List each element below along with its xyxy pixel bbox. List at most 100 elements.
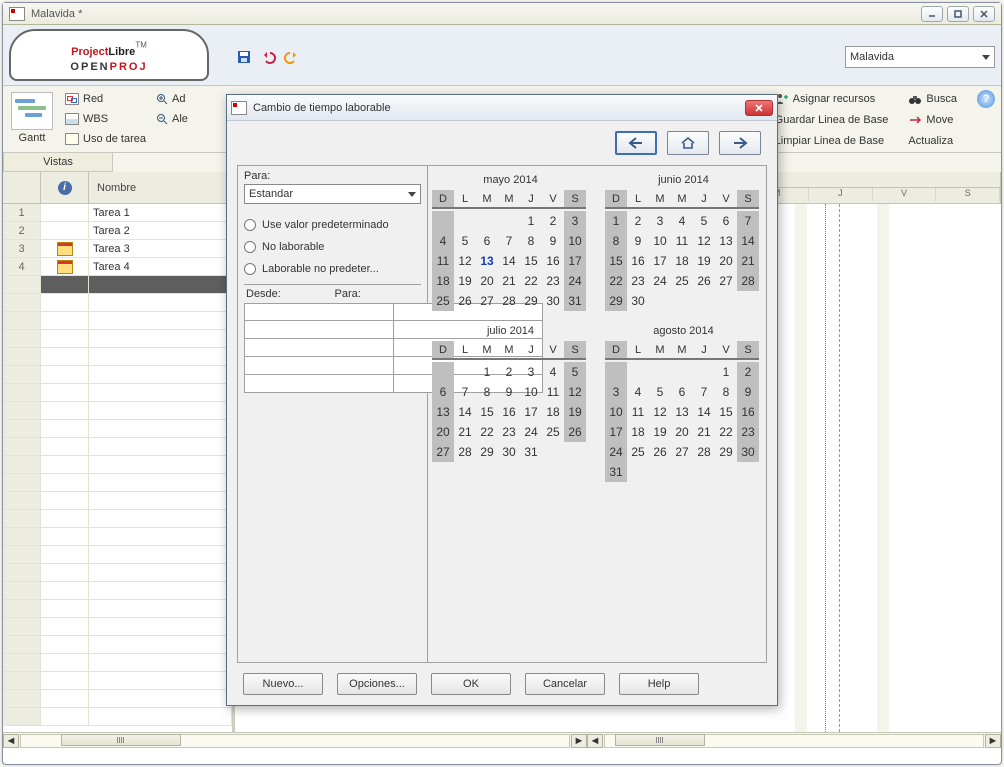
day-cell[interactable]: 26 [693, 271, 715, 291]
day-cell[interactable]: 22 [605, 271, 627, 291]
from-2[interactable] [244, 321, 394, 339]
view-red[interactable]: Red [65, 90, 146, 108]
day-cell[interactable]: 8 [476, 382, 498, 402]
day-cell[interactable]: 19 [649, 422, 671, 442]
table-row[interactable]: 4 Tarea 4 [3, 258, 232, 276]
minimize-button[interactable] [921, 6, 943, 22]
day-cell[interactable]: 12 [649, 402, 671, 422]
table-row[interactable]: 2 Tarea 2 [3, 222, 232, 240]
table-row[interactable] [3, 528, 232, 546]
tab-vistas[interactable]: Vistas [3, 153, 113, 172]
zoom-in[interactable]: Ad [156, 90, 188, 108]
day-cell[interactable]: 24 [649, 271, 671, 291]
undo-icon[interactable] [259, 48, 277, 66]
day-cell[interactable]: 12 [454, 251, 476, 271]
day-cell[interactable]: 14 [693, 402, 715, 422]
table-row[interactable] [3, 312, 232, 330]
day-cell[interactable]: 29 [715, 442, 737, 462]
day-cell[interactable]: 19 [693, 251, 715, 271]
table-row[interactable] [3, 618, 232, 636]
day-cell[interactable]: 16 [498, 402, 520, 422]
day-cell[interactable]: 31 [564, 291, 586, 311]
day-cell[interactable]: 1 [715, 362, 737, 382]
day-cell[interactable]: 4 [542, 362, 564, 382]
day-cell[interactable]: 17 [649, 251, 671, 271]
day-cell[interactable]: 18 [432, 271, 454, 291]
close-button[interactable] [973, 6, 995, 22]
day-cell[interactable]: 30 [737, 442, 759, 462]
view-task-usage[interactable]: Uso de tarea [65, 130, 146, 148]
day-cell[interactable]: 11 [432, 251, 454, 271]
day-cell[interactable]: 15 [520, 251, 542, 271]
day-cell[interactable]: 30 [627, 291, 649, 311]
day-cell[interactable]: 3 [605, 382, 627, 402]
from-3[interactable] [244, 339, 394, 357]
new-button[interactable]: Nuevo... [243, 673, 323, 695]
day-cell[interactable]: 25 [671, 271, 693, 291]
table-row[interactable] [3, 546, 232, 564]
table-row[interactable] [3, 582, 232, 600]
day-cell[interactable]: 7 [454, 382, 476, 402]
day-cell[interactable]: 3 [520, 362, 542, 382]
scroll-left-icon[interactable]: ◄ [587, 734, 603, 748]
day-cell[interactable]: 18 [671, 251, 693, 271]
table-row[interactable] [3, 330, 232, 348]
table-row[interactable] [3, 636, 232, 654]
day-cell[interactable]: 29 [605, 291, 627, 311]
day-cell[interactable]: 1 [476, 362, 498, 382]
day-cell[interactable]: 10 [649, 231, 671, 251]
save-baseline[interactable]: Guardar Linea de Base [775, 111, 889, 129]
table-row[interactable] [3, 492, 232, 510]
day-cell[interactable]: 2 [498, 362, 520, 382]
from-1[interactable] [244, 303, 394, 321]
help-button[interactable]: Help [619, 673, 699, 695]
update[interactable]: Actualiza [908, 132, 957, 150]
from-5[interactable] [244, 375, 394, 393]
day-cell[interactable]: 26 [649, 442, 671, 462]
day-cell[interactable]: 8 [715, 382, 737, 402]
day-cell[interactable]: 6 [432, 382, 454, 402]
day-cell[interactable]: 28 [737, 271, 759, 291]
day-cell[interactable]: 12 [693, 231, 715, 251]
scroll-right-icon[interactable]: ► [985, 734, 1001, 748]
day-cell[interactable]: 21 [498, 271, 520, 291]
day-cell[interactable]: 20 [432, 422, 454, 442]
gantt-icon[interactable] [11, 92, 53, 130]
day-cell[interactable]: 30 [498, 442, 520, 462]
clear-baseline[interactable]: Limpiar Linea de Base [775, 132, 889, 150]
day-cell[interactable]: 29 [476, 442, 498, 462]
day-cell[interactable]: 14 [737, 231, 759, 251]
dialog-close-button[interactable] [745, 100, 773, 116]
day-cell[interactable]: 6 [715, 211, 737, 231]
table-row[interactable] [3, 690, 232, 708]
hscroll-left[interactable]: ◄ ► [3, 732, 587, 748]
day-cell[interactable]: 31 [520, 442, 542, 462]
day-cell[interactable]: 17 [605, 422, 627, 442]
day-cell[interactable]: 14 [498, 251, 520, 271]
day-cell[interactable]: 9 [737, 382, 759, 402]
day-cell[interactable]: 28 [693, 442, 715, 462]
options-button[interactable]: Opciones... [337, 673, 417, 695]
day-cell[interactable]: 14 [454, 402, 476, 422]
task-name[interactable]: Tarea 3 [89, 240, 232, 257]
day-cell[interactable]: 2 [737, 362, 759, 382]
day-cell[interactable]: 9 [498, 382, 520, 402]
day-cell[interactable]: 27 [476, 291, 498, 311]
day-cell[interactable]: 24 [564, 271, 586, 291]
day-cell[interactable]: 22 [476, 422, 498, 442]
day-cell[interactable]: 5 [693, 211, 715, 231]
day-cell[interactable]: 25 [542, 422, 564, 442]
day-cell[interactable]: 7 [498, 231, 520, 251]
col-name[interactable]: Nombre [89, 172, 232, 203]
day-cell[interactable]: 6 [671, 382, 693, 402]
day-cell[interactable]: 28 [498, 291, 520, 311]
day-cell[interactable]: 31 [605, 462, 627, 482]
help-icon[interactable]: ? [977, 90, 995, 108]
day-cell[interactable]: 27 [671, 442, 693, 462]
day-cell[interactable]: 29 [520, 291, 542, 311]
day-cell[interactable]: 24 [605, 442, 627, 462]
calendar-combo[interactable]: Estandar [244, 184, 421, 204]
day-cell[interactable]: 24 [520, 422, 542, 442]
task-name[interactable]: Tarea 1 [89, 204, 232, 221]
day-cell[interactable]: 4 [627, 382, 649, 402]
